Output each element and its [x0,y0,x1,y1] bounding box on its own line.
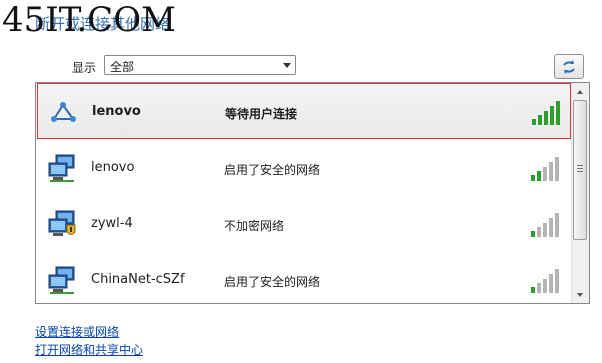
filter-label: 显示 [72,61,97,75]
network-name: zywl-4 [91,216,133,231]
setup-connection-link[interactable]: 设置连接或网络 [35,323,119,340]
network-list[interactable]: lenovo 等待用户连接 lenovo 启用了安全的网络 zywl-4 不加密… [35,82,590,304]
grip-icon [577,165,583,173]
network-row[interactable]: ChinaNet-cSZf 启用了安全的网络 [37,252,571,308]
scroll-down-button[interactable] [572,286,589,303]
scroll-thumb[interactable] [573,100,587,240]
chevron-down-icon [283,63,291,68]
network-name: ChinaNet-cSZf [91,272,185,287]
network-status: 启用了安全的网络 [224,163,321,177]
signal-strength-icon [532,101,560,125]
vertical-scrollbar[interactable] [571,83,589,303]
network-sharing-center-link[interactable]: 打开网络和共享中心 [35,341,143,358]
signal-strength-icon [531,157,559,181]
watermark-logo: 45IT.COM [2,0,176,40]
secured-network-icon [48,154,75,182]
adhoc-network-icon [51,102,76,122]
network-status: 不加密网络 [224,219,285,233]
signal-strength-icon [531,213,559,237]
network-row[interactable]: zywl-4 不加密网络 [37,196,571,252]
network-status: 等待用户连接 [225,107,298,121]
network-name: lenovo [92,104,141,119]
network-row[interactable]: lenovo 启用了安全的网络 [37,140,571,196]
secured-network-icon [48,266,75,294]
network-row[interactable]: lenovo 等待用户连接 [37,83,571,139]
signal-strength-icon [531,269,559,293]
network-status: 启用了安全的网络 [224,275,321,289]
refresh-button[interactable] [554,54,584,79]
scroll-up-button[interactable] [572,83,589,100]
filter-dropdown[interactable]: 全部 [104,55,296,75]
network-name: lenovo [91,160,135,175]
refresh-icon [563,60,575,74]
filter-selected-value: 全部 [110,60,135,74]
unsecured-network-icon [48,210,76,236]
